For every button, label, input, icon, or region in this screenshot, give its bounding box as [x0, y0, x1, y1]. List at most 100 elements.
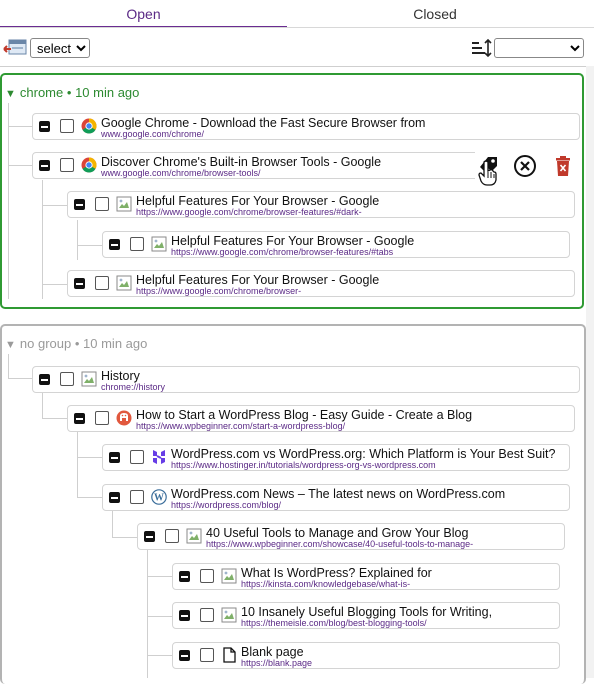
group-name: no group [19, 336, 72, 351]
close-circle-icon[interactable] [513, 154, 537, 178]
collapse-arrow-icon[interactable]: ▼ [5, 88, 16, 100]
tree-line [147, 576, 172, 577]
tab-url: https://www.google.com/chrome/browser-fe… [136, 207, 362, 217]
collapse-button[interactable] [39, 160, 50, 171]
tab-open[interactable]: Open [0, 0, 287, 28]
document-icon [223, 647, 236, 663]
sort-icon[interactable] [470, 38, 492, 58]
tree-line [42, 180, 43, 299]
tab-row[interactable]: 40 Useful Tools to Manage and Grow Your … [137, 523, 565, 550]
select-checkbox[interactable] [165, 529, 179, 543]
collapse-button[interactable] [74, 278, 85, 289]
tab-row[interactable]: Google Chrome - Download the Fast Secure… [32, 113, 580, 140]
tab-title: WordPress.com vs WordPress.org: Which Pl… [171, 447, 556, 461]
tree-line [112, 511, 113, 537]
tab-url: https://kinsta.com/knowledgebase/what-is… [241, 579, 411, 589]
trash-icon[interactable] [551, 154, 575, 178]
tab-row[interactable]: Helpful Features For Your Browser - Goog… [67, 270, 575, 297]
group-header-no-group[interactable]: ▼ no group • 10 min ago [5, 336, 147, 351]
scrollbar[interactable] [586, 66, 594, 678]
collapse-button[interactable] [144, 531, 155, 542]
collapse-button[interactable] [109, 452, 120, 463]
group-time: 10 min ago [83, 336, 148, 351]
collapse-button[interactable] [179, 610, 190, 621]
chrome-icon [81, 157, 97, 173]
tab-row[interactable]: WordPress.com vs WordPress.org: Which Pl… [102, 444, 570, 471]
tab-url: www.google.com/chrome/ [101, 129, 205, 139]
group-separator: • [66, 85, 72, 100]
hand-cursor-icon [478, 160, 497, 186]
select-checkbox[interactable] [95, 276, 109, 290]
hostinger-icon [153, 450, 165, 464]
group-separator: • [74, 336, 80, 351]
tab-row[interactable]: W WordPress.com News – The latest news o… [102, 484, 570, 511]
tab-title: Google Chrome - Download the Fast Secure… [101, 116, 426, 130]
tree-line [77, 497, 102, 498]
tab-url: www.google.com/chrome/browser-tools/ [101, 168, 261, 178]
tree-line [112, 537, 137, 538]
chrome-icon [81, 118, 97, 134]
tab-row[interactable]: Helpful Features For Your Browser - Goog… [67, 191, 575, 218]
tree-line [77, 431, 78, 497]
broken-image-icon [221, 607, 237, 623]
select-checkbox[interactable] [95, 197, 109, 211]
select-checkbox[interactable] [95, 411, 109, 425]
select-checkbox[interactable] [130, 450, 144, 464]
toolbar: select [0, 34, 594, 62]
tab-row[interactable]: What Is WordPress? Explained for https:/… [172, 563, 560, 590]
collapse-button[interactable] [179, 650, 190, 661]
select-checkbox[interactable] [200, 569, 214, 583]
tab-row[interactable]: Blank page https://blank.page [172, 642, 560, 669]
tab-closed[interactable]: Closed [288, 0, 582, 26]
collapse-button[interactable] [74, 413, 85, 424]
tab-url: https://www.google.com/chrome/browser- [136, 286, 302, 296]
collapse-button[interactable] [109, 239, 120, 250]
tree-line [42, 284, 67, 285]
tab-row[interactable]: How to Start a WordPress Blog - Easy Gui… [67, 405, 575, 432]
collapse-button[interactable] [39, 121, 50, 132]
collapse-arrow-icon[interactable]: ▼ [5, 339, 16, 351]
tab-url: https://blank.page [241, 658, 313, 668]
toolbar-divider [0, 66, 588, 67]
tree-line [42, 392, 43, 418]
sort-select[interactable] [494, 38, 584, 58]
tab-url: https://wordpress.com/blog/ [171, 500, 282, 510]
tree-line [147, 550, 148, 678]
group-by-select[interactable]: select [30, 38, 90, 58]
tree-line [77, 245, 102, 246]
tab-title: How to Start a WordPress Blog - Easy Gui… [136, 408, 473, 422]
select-checkbox[interactable] [200, 648, 214, 662]
select-checkbox[interactable] [130, 490, 144, 504]
tab-row[interactable]: Helpful Features For Your Browser - Goog… [102, 231, 570, 258]
collapse-button[interactable] [109, 492, 120, 503]
select-checkbox[interactable] [60, 158, 74, 172]
tab-title: What Is WordPress? Explained for [241, 566, 432, 580]
tab-url: https://www.google.com/chrome/browser-fe… [171, 247, 394, 257]
tab-row[interactable]: History chrome://history [32, 366, 580, 393]
broken-image-icon [221, 568, 237, 584]
collapse-button[interactable] [179, 571, 190, 582]
tree-line [147, 655, 172, 656]
select-checkbox[interactable] [60, 119, 74, 133]
tab-url: chrome://history [101, 382, 166, 392]
broken-image-icon [81, 371, 97, 387]
select-checkbox[interactable] [130, 237, 144, 251]
tab-title: Helpful Features For Your Browser - Goog… [171, 234, 415, 248]
group-header-chrome[interactable]: ▼ chrome • 10 min ago [5, 85, 139, 100]
collapse-button[interactable] [39, 374, 50, 385]
select-checkbox[interactable] [200, 608, 214, 622]
wpbeginner-icon [116, 410, 132, 426]
tabs-window-icon[interactable] [2, 38, 28, 58]
tab-url: https://www.hostinger.in/tutorials/wordp… [171, 460, 436, 470]
broken-image-icon [116, 196, 132, 212]
tab-row[interactable]: 10 Insanely Useful Blogging Tools for Wr… [172, 602, 560, 629]
svg-text:W: W [154, 493, 164, 504]
group-time: 10 min ago [75, 85, 140, 100]
tab-title: Discover Chrome's Built-in Browser Tools… [101, 155, 382, 169]
tab-url: https://themeisle.com/blog/best-blogging… [241, 618, 427, 628]
broken-image-icon [186, 528, 202, 544]
tab-title: WordPress.com News – The latest news on … [171, 487, 506, 501]
select-checkbox[interactable] [60, 372, 74, 386]
collapse-button[interactable] [74, 199, 85, 210]
tree-line [8, 378, 32, 379]
